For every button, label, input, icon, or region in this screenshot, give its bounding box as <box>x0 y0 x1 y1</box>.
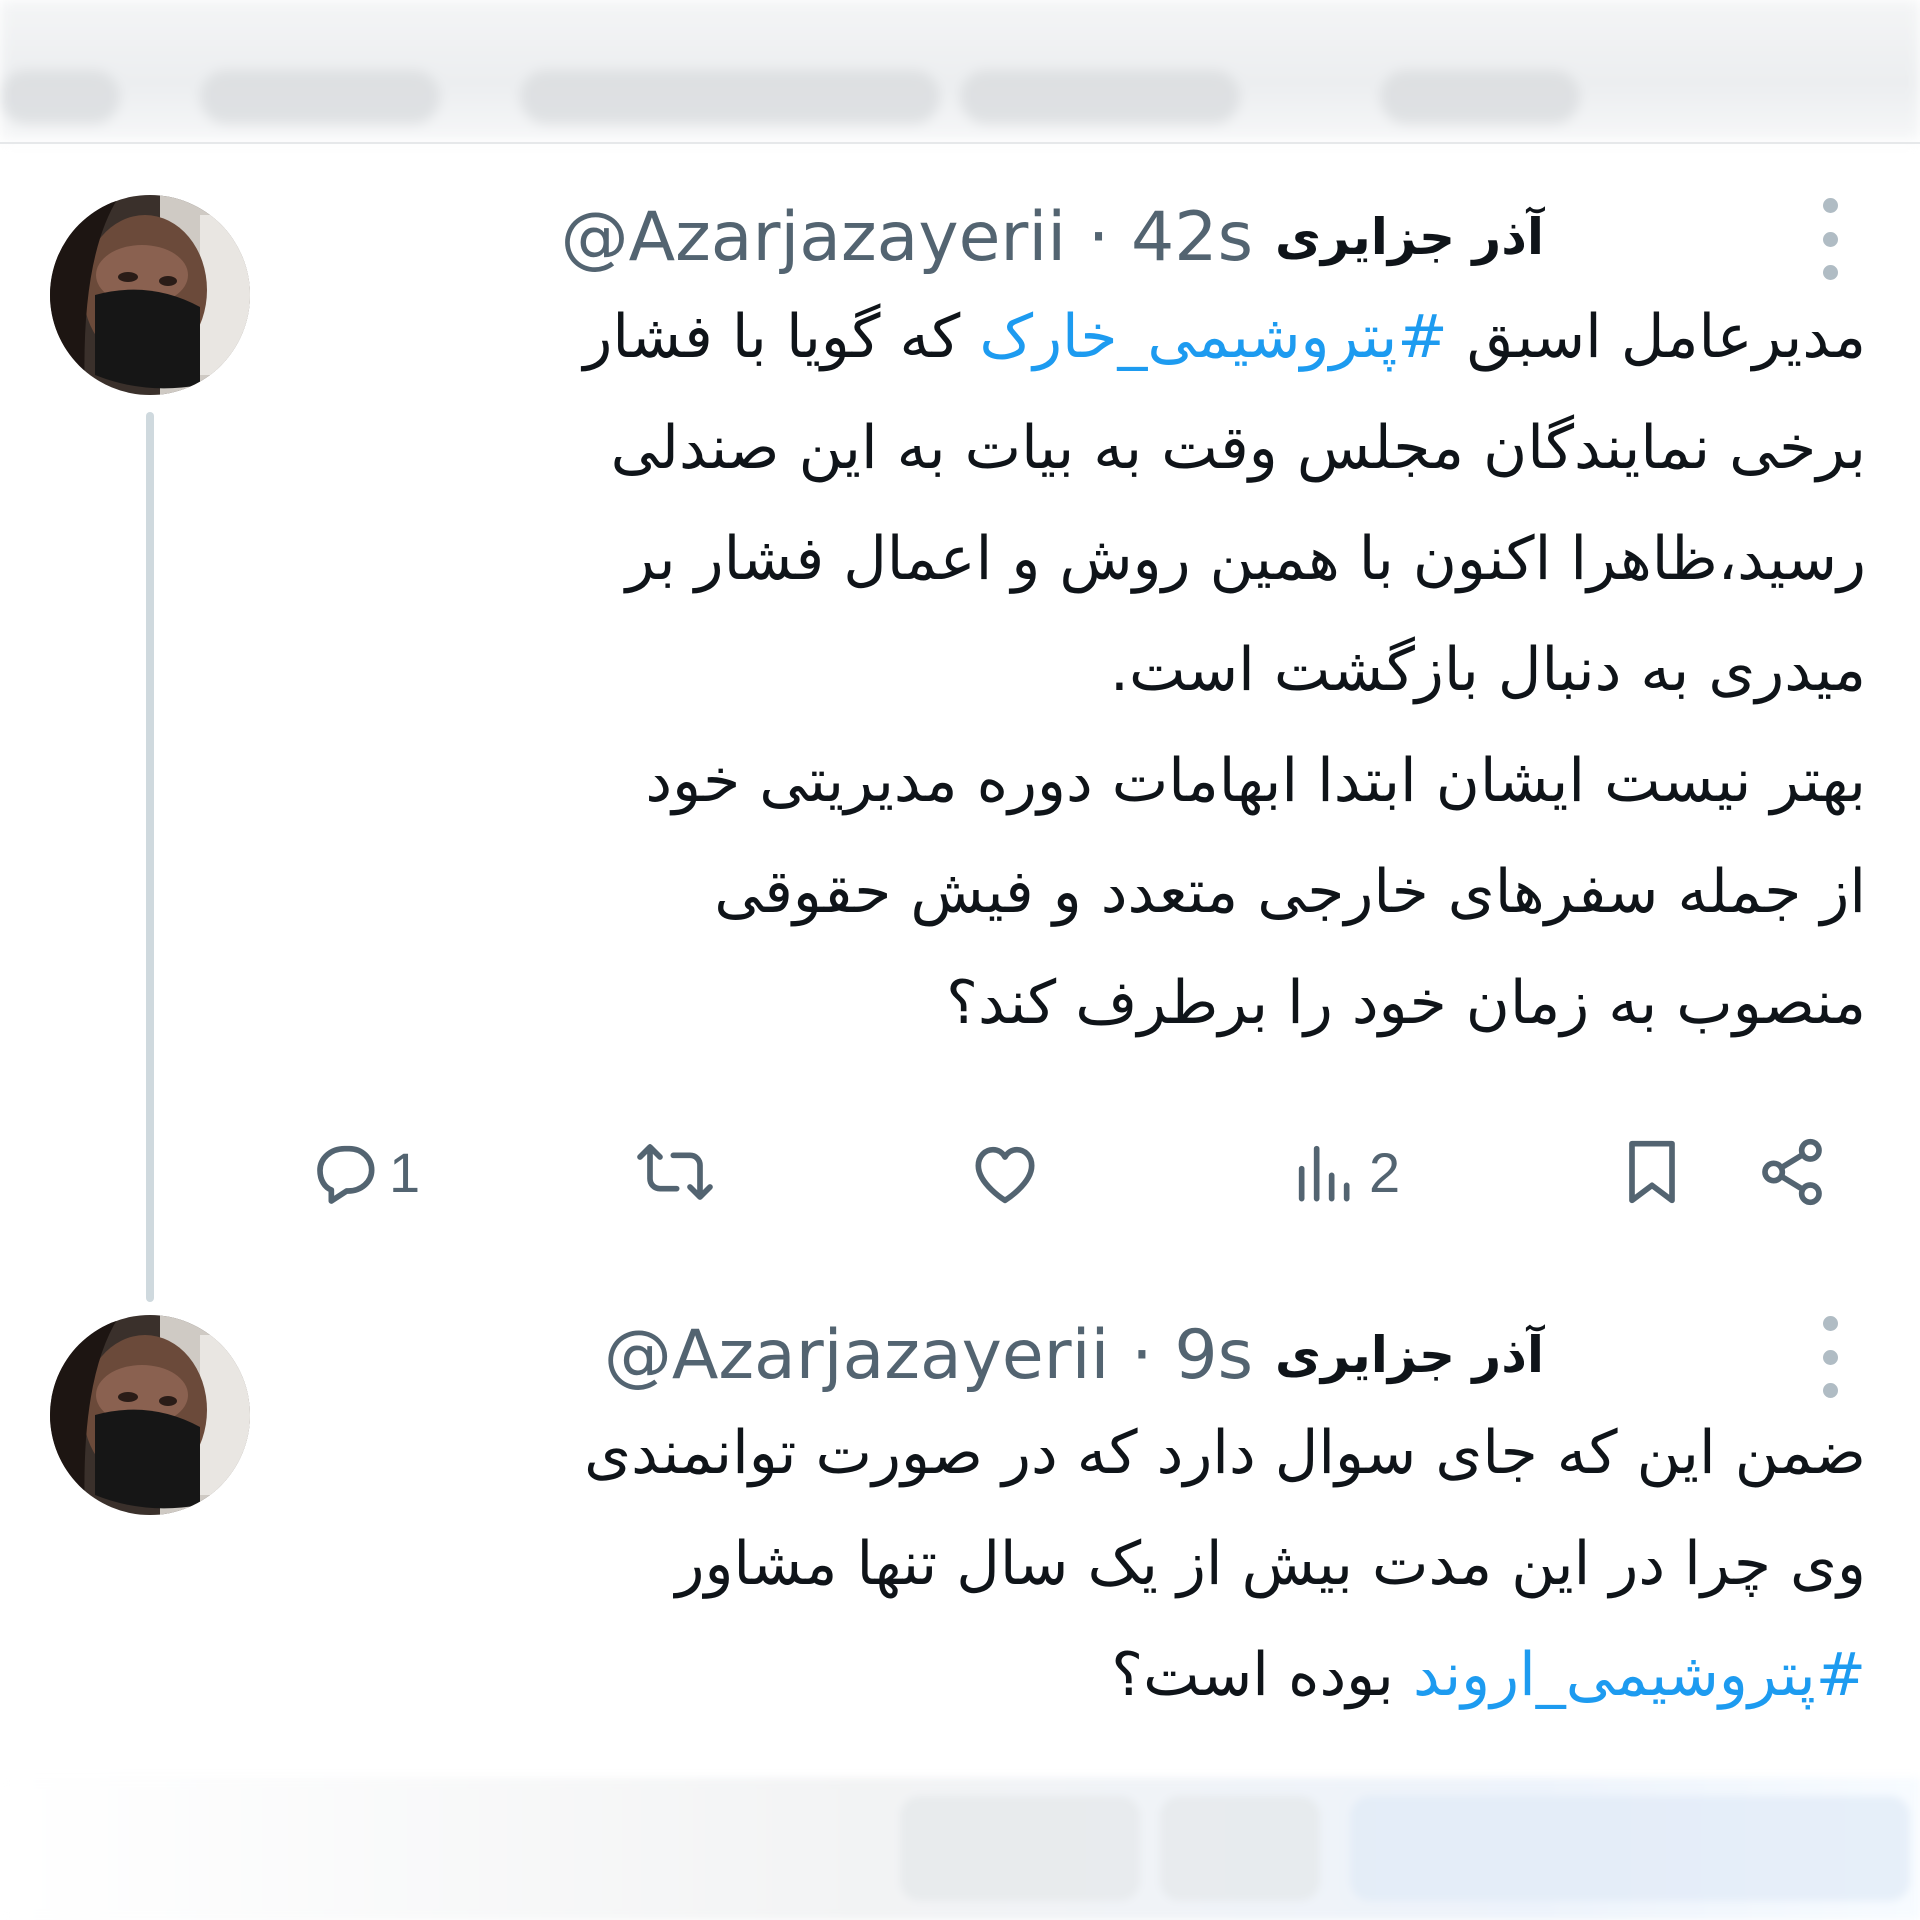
tweet-header: آذر جزایری @Azarjazayerii · 9s <box>604 1310 1544 1400</box>
tweet-line: بهتر نیست ایشان ابتدا ابهامات دوره مدیری… <box>645 746 1866 816</box>
separator-dot: · <box>1131 1315 1153 1395</box>
avatar[interactable] <box>50 1315 250 1515</box>
tweet-line: برخی نمایندگان مجلس وقت به بیات به این ص… <box>610 413 1866 483</box>
timestamp[interactable]: 42s <box>1131 198 1253 277</box>
tweet-line: از جمله سفرهای خارجی متعدد و فیش حقوقی <box>714 857 1866 927</box>
like-button[interactable] <box>965 1132 1045 1212</box>
retweet-button[interactable] <box>635 1132 715 1212</box>
share-icon <box>1762 1138 1822 1206</box>
reply-icon <box>317 1145 375 1204</box>
reply-count: 1 <box>389 1140 421 1204</box>
blurred-bottom-area <box>0 1778 1920 1920</box>
avatar-image <box>50 1315 250 1515</box>
handle[interactable]: @Azarjazayerii <box>561 198 1067 277</box>
more-options-icon[interactable] <box>1818 1316 1842 1398</box>
heart-icon <box>975 1146 1035 1204</box>
avatar[interactable] <box>50 195 250 395</box>
blurred-top-area <box>0 0 1920 140</box>
retweet-icon <box>637 1144 713 1200</box>
tweet-line: وی چرا در این مدت بیش از یک سال تنها مشا… <box>675 1529 1866 1599</box>
tweet-line: ضمن این که جای سوال دارد که در صورت توان… <box>584 1418 1866 1488</box>
handle-and-time: @Azarjazayerii · 9s <box>604 1316 1253 1395</box>
divider <box>0 142 1920 144</box>
views-count: 2 <box>1369 1140 1401 1204</box>
hashtag-link[interactable]: #پتروشیمی_اروند <box>1413 1640 1866 1710</box>
avatar-image <box>50 195 250 395</box>
tweet-line: میدری به دنبال بازگشت است. <box>1109 635 1866 705</box>
views-icon <box>1298 1145 1350 1202</box>
separator-dot: · <box>1087 197 1110 277</box>
timestamp[interactable]: 9s <box>1174 1316 1253 1395</box>
tweet-body: مدیرعامل اسبق #پتروشیمی_خارک که گویا با … <box>226 282 1866 1059</box>
tweet-header: آذر جزایری @Azarjazayerii · 42s <box>561 192 1544 282</box>
tweet-line: #پتروشیمی_اروند بوده است؟ <box>1111 1640 1866 1710</box>
tweet-body: ضمن این که جای سوال دارد که در صورت توان… <box>226 1398 1866 1731</box>
views-button[interactable]: 2 <box>1285 1132 1400 1212</box>
bookmark-button[interactable] <box>1612 1132 1692 1212</box>
tweet-line: منصوب به زمان خود را برطرف کند؟ <box>946 968 1866 1038</box>
display-name[interactable]: آذر جزایری <box>1275 208 1544 266</box>
screenshot-page: آذر جزایری @Azarjazayerii · 42s مدیرعامل… <box>0 0 1920 1920</box>
share-button[interactable] <box>1752 1132 1832 1212</box>
display-name[interactable]: آذر جزایری <box>1275 1326 1544 1384</box>
more-options-icon[interactable] <box>1818 198 1842 280</box>
hashtag-link[interactable]: #پتروشیمی_خارک <box>979 302 1447 372</box>
tweet-line: رسید،ظاهرا اکنون با همین روش و اعمال فشا… <box>625 524 1866 594</box>
handle[interactable]: @Azarjazayerii <box>604 1316 1110 1395</box>
reply-button[interactable]: 1 <box>305 1132 420 1212</box>
tweet-actions: 1 2 <box>0 1120 1920 1220</box>
tweet-line: مدیرعامل اسبق #پتروشیمی_خارک که گویا با … <box>583 302 1866 372</box>
bookmark-icon <box>1629 1140 1675 1204</box>
handle-and-time: @Azarjazayerii · 42s <box>561 198 1253 277</box>
